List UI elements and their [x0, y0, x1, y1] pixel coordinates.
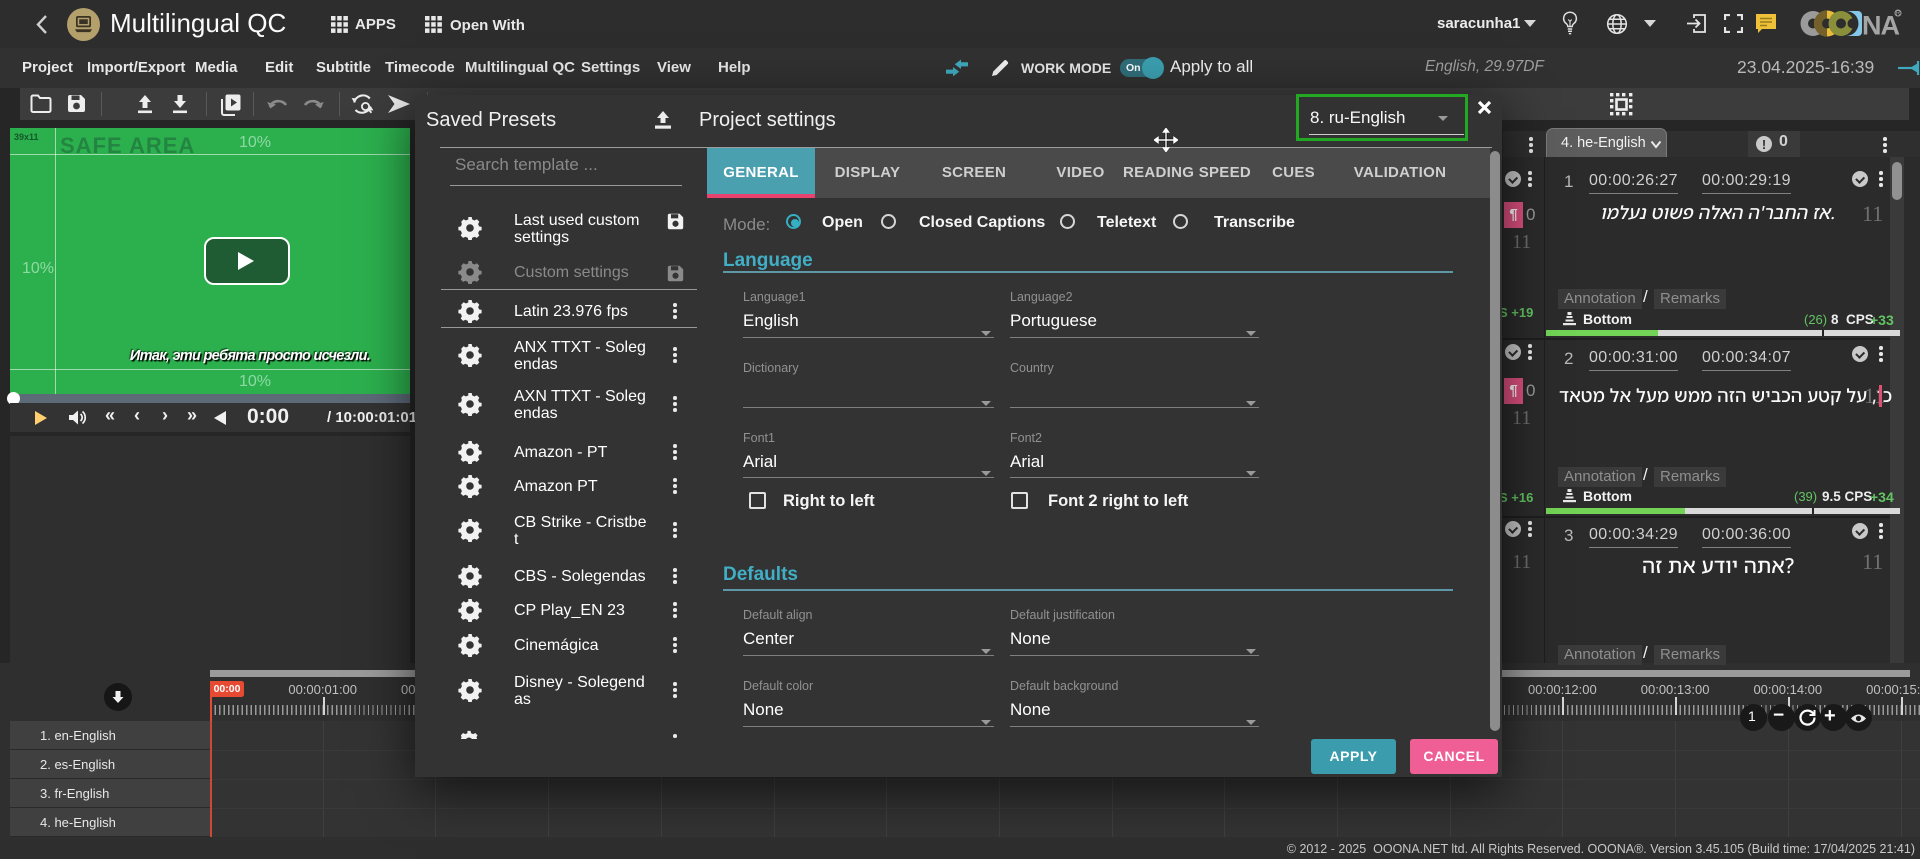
- svg-text:R: R: [1896, 11, 1901, 17]
- svg-text:NA: NA: [1862, 11, 1899, 41]
